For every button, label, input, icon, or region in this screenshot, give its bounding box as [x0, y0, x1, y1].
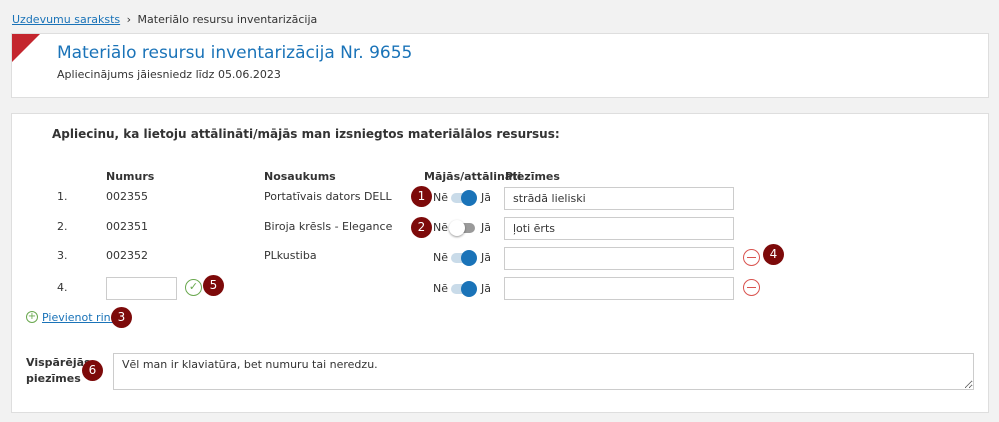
row-number: 002351 — [106, 220, 148, 233]
notes-input[interactable] — [504, 277, 734, 300]
annotation-badge: 4 — [763, 244, 784, 265]
remote-toggle[interactable] — [451, 250, 477, 266]
corner-flag — [12, 34, 40, 62]
annotation-badge: 2 — [411, 217, 432, 238]
breadcrumb-separator: › — [126, 13, 132, 26]
notes-input[interactable] — [504, 247, 734, 270]
breadcrumb: Uzdevumu saraksts › Materiālo resursu in… — [12, 13, 317, 26]
confirm-check-icon[interactable]: ✓ — [185, 279, 202, 296]
row-index: 1. — [57, 190, 68, 203]
notes-input[interactable] — [504, 187, 734, 210]
toggle-no-label: Nē — [433, 221, 448, 234]
toggle-yes-label: Jā — [481, 191, 491, 204]
annotation-badge: 5 — [203, 275, 224, 296]
row-name: PLkustiba — [264, 249, 317, 262]
row-index: 3. — [57, 249, 68, 262]
breadcrumb-current: Materiālo resursu inventarizācija — [137, 13, 318, 26]
general-notes-label: Vispārējās piezīmes — [26, 356, 91, 385]
header-card: Materiālo resursu inventarizācija Nr. 96… — [11, 33, 989, 98]
notes-input[interactable] — [504, 217, 734, 240]
page-title: Materiālo resursu inventarizācija Nr. 96… — [57, 43, 413, 63]
number-input[interactable] — [106, 277, 177, 300]
annotation-badge: 6 — [82, 360, 103, 381]
remote-toggle[interactable] — [451, 281, 477, 297]
form-intro: Apliecinu, ka lietoju attālināti/mājās m… — [52, 127, 560, 141]
annotation-badge: 3 — [111, 307, 132, 328]
annotation-badge: 1 — [411, 186, 432, 207]
add-icon[interactable]: + — [26, 311, 38, 323]
toggle-yes-label: Jā — [481, 282, 491, 295]
page-subtitle: Apliecinājums jāiesniedz līdz 05.06.2023 — [57, 68, 281, 81]
row-number: 002355 — [106, 190, 148, 203]
remote-toggle[interactable] — [449, 220, 475, 236]
remove-row-icon[interactable] — [743, 279, 760, 296]
remove-row-icon[interactable] — [743, 249, 760, 266]
row-number: 002352 — [106, 249, 148, 262]
breadcrumb-link-task-list[interactable]: Uzdevumu saraksts — [12, 13, 120, 26]
row-index: 2. — [57, 220, 68, 233]
toggle-no-label: Nē — [433, 251, 448, 264]
toggle-no-label: Nē — [433, 191, 448, 204]
general-notes-textarea[interactable]: Vēl man ir klaviatūra, bet numuru tai ne… — [113, 353, 974, 390]
col-name: Nosaukums — [264, 170, 336, 183]
row-index: 4. — [57, 281, 68, 294]
toggle-yes-label: Jā — [481, 221, 491, 234]
row-name: Biroja krēsls - Elegance — [264, 220, 393, 233]
row-name: Portatīvais dators DELL — [264, 190, 392, 203]
toggle-no-label: Nē — [433, 282, 448, 295]
col-number: Numurs — [106, 170, 155, 183]
remote-toggle[interactable] — [451, 190, 477, 206]
toggle-yes-label: Jā — [481, 251, 491, 264]
col-notes: Piezīmes — [505, 170, 560, 183]
